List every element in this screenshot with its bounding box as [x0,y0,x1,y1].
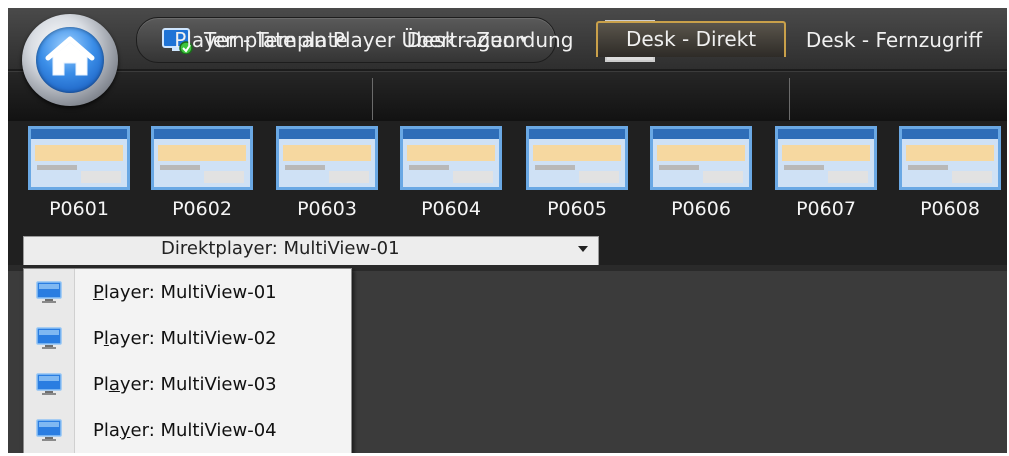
player-thumbnail-label[interactable]: P0607 [771,198,881,220]
thumb-block [579,171,619,183]
tab-label: Desk - Fernzugriff [805,28,983,52]
menu-label-suffix: er: MultiView-04 [130,420,277,441]
menu-item-label: Player: MultiView-04 [93,420,277,441]
thumb-header [529,129,625,139]
app-window: Template an Player Übertragen ▾ Player -… [8,8,1007,453]
player-thumbnail-label[interactable]: P0601 [24,198,134,220]
player-thumbnail-label[interactable]: P0606 [646,198,756,220]
thumb-block [37,165,77,170]
thumb-bar [657,145,745,161]
thumb-header [902,129,998,139]
player-thumbnail[interactable] [650,126,752,190]
menu-item-label: Player: MultiView-01 [93,282,277,303]
thumb-header [31,129,127,139]
menu-label-prefix: Pla [93,420,120,441]
thumb-header [653,129,749,139]
menu-label-prefix: Pl [93,374,109,395]
menu-label-suffix: layer: MultiView-01 [103,282,277,303]
thumb-block [952,171,992,183]
thumb-block [453,171,493,183]
monitor-icon [36,327,62,349]
thumb-bar [158,145,246,161]
thumb-block [81,171,121,183]
monitor-icon [36,373,62,395]
thumb-bar [35,145,123,161]
menu-item-label: Player: MultiView-02 [93,328,277,349]
menu-item-player[interactable]: Player: MultiView-01 [24,270,351,316]
thumb-block [784,165,824,170]
thumb-block [703,171,743,183]
monitor-icon [36,419,62,441]
player-thumbnail-label[interactable]: P0604 [396,198,506,220]
thumb-header [778,129,874,139]
menu-item-label: Player: MultiView-03 [93,374,277,395]
menu-label-prefix: P [93,328,104,349]
player-thumbnail[interactable] [276,126,378,190]
thumb-bar [283,145,371,161]
player-thumbnail[interactable] [28,126,130,190]
thumb-header [403,129,499,139]
thumb-block [659,165,699,170]
thumb-block [535,165,575,170]
thumb-bar [533,145,621,161]
player-thumbnail-label[interactable]: P0602 [147,198,257,220]
player-thumbnail[interactable] [775,126,877,190]
title-bar-divider [8,69,1007,71]
direktplayer-select-value: Direktplayer: MultiView-01 [161,238,400,259]
thumb-block [908,165,948,170]
menu-label-mnemonic: P [93,282,104,303]
thumb-bar [906,145,994,161]
thumb-block [828,171,868,183]
monitor-icon [36,281,62,303]
player-thumbnail-label[interactable]: P0603 [272,198,382,220]
player-thumbnail-label[interactable]: P0605 [522,198,632,220]
player-thumbnail-label[interactable]: P0608 [895,198,1005,220]
menu-label-suffix: yer: MultiView-03 [119,374,277,395]
tab-label: Desk - Zuordung [406,28,574,52]
player-thumbnail[interactable] [400,126,502,190]
thumb-block [409,165,449,170]
tab-separator [372,78,373,120]
thumb-block [160,165,200,170]
menu-label-suffix: ayer: MultiView-02 [108,328,277,349]
menu-label-mnemonic: y [119,420,131,441]
thumb-bar [407,145,495,161]
tab-desk-direkt[interactable]: Desk - Direkt [596,21,786,57]
player-thumbnail[interactable] [151,126,253,190]
thumb-block [329,171,369,183]
chevron-down-icon[interactable] [578,246,588,252]
tab-desk-fernzugriff[interactable]: Desk - Fernzugriff [791,24,997,57]
thumb-header [279,129,375,139]
player-thumbnail[interactable] [526,126,628,190]
tab-player-template[interactable]: Player - Template [154,24,368,57]
menu-label-mnemonic: a [108,374,120,395]
tab-separator [789,78,790,120]
menu-item-player[interactable]: Player: MultiView-03 [24,362,351,408]
menu-item-player[interactable]: Player: MultiView-04 [24,408,351,453]
menu-item-player[interactable]: Player: MultiView-02 [24,316,351,362]
home-button[interactable] [22,14,118,106]
player-thumbnail[interactable] [899,126,1001,190]
thumb-bar [782,145,870,161]
tab-label: Desk - Direkt [625,27,757,51]
tab-label: Player - Template [174,28,348,52]
thumb-block [285,165,325,170]
tab-desk-zuordung[interactable]: Desk - Zuordung [384,24,596,57]
home-icon [45,36,95,76]
ribbon-tabstrip [8,72,1007,121]
thumb-header [154,129,250,139]
thumb-block [204,171,244,183]
